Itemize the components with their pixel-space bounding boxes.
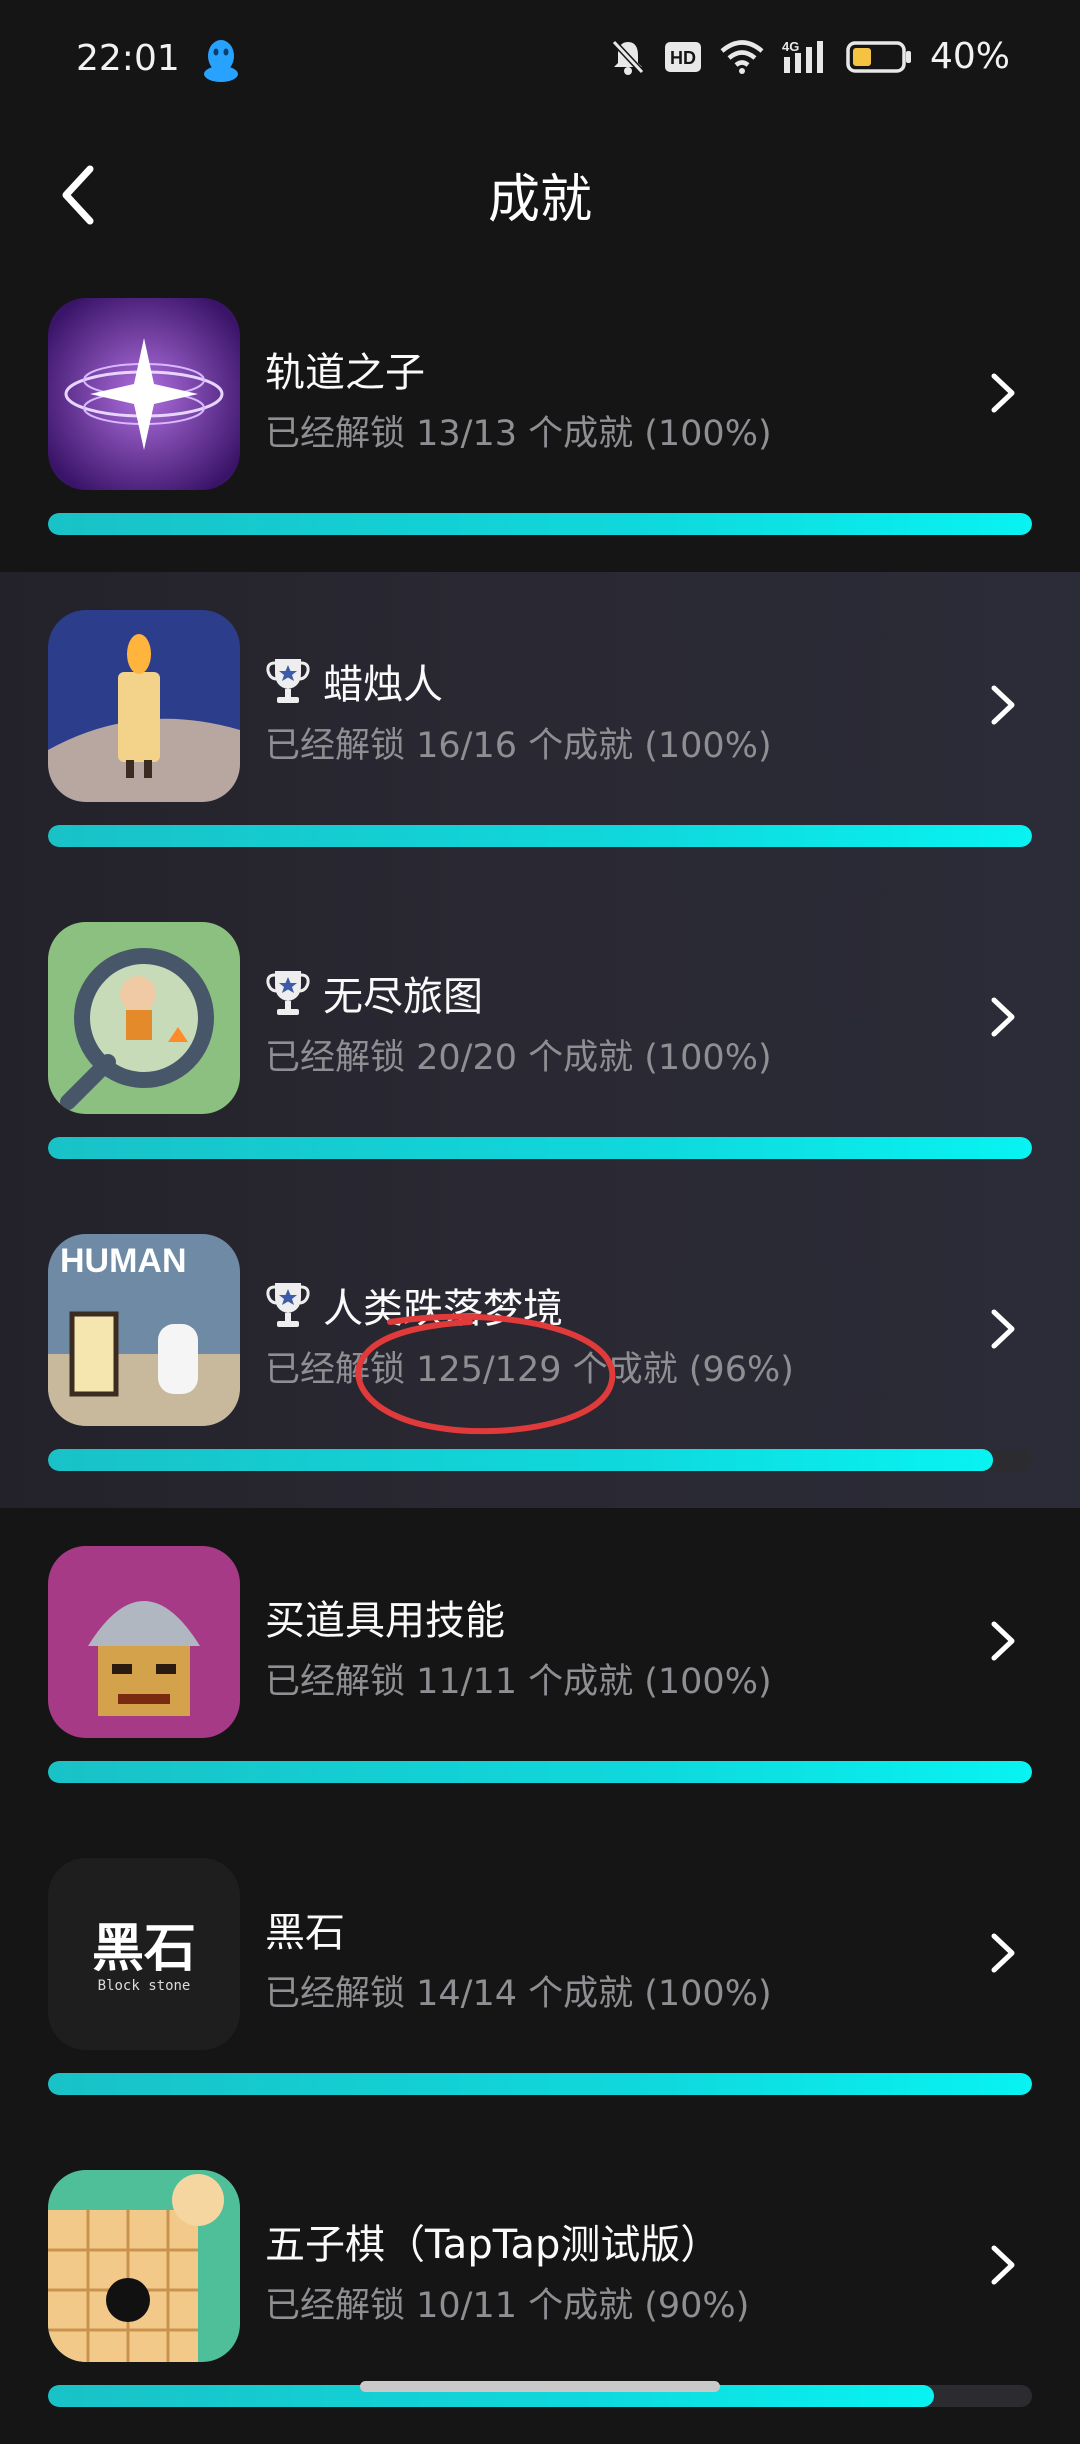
status-bar: 22:01 HD 4G 40% [0, 0, 1080, 125]
game-title: 黑石 [265, 1910, 345, 1956]
svg-text:Block stone: Block stone [98, 1978, 191, 1994]
title-row: 无尽旅图 [265, 964, 483, 1022]
progress-text: 已经解锁 20/20 个成就 (100%) [265, 1038, 772, 1078]
svg-text:4G: 4G [782, 39, 799, 54]
home-indicator[interactable] [360, 2381, 720, 2392]
gomoku-game-icon [48, 2170, 240, 2362]
progress-bar [48, 1449, 1032, 1471]
chevron-right-icon [991, 2245, 1015, 2285]
progress-fill [48, 513, 1032, 535]
achievement-item[interactable]: 黑石 Block stone 黑石 已经解锁 14/14 个成就 (100%) [0, 1820, 1080, 2132]
title-row: 黑石 [265, 1900, 345, 1958]
mute-bell-icon [611, 39, 645, 75]
game-title: 轨道之子 [265, 350, 425, 396]
knight-game-icon [48, 1546, 240, 1738]
progress-bar [48, 825, 1032, 847]
achievement-item[interactable]: HUMAN 人类跌落梦境 已经解锁 125/129 个成就 (96%) [0, 1196, 1080, 1508]
achievement-item[interactable]: 无尽旅图 已经解锁 20/20 个成就 (100%) [0, 884, 1080, 1196]
progress-fill [48, 1137, 1032, 1159]
chevron-right-icon [991, 1309, 1015, 1349]
progress-fill [48, 1449, 993, 1471]
progress-text: 已经解锁 16/16 个成就 (100%) [265, 726, 772, 766]
svg-text:黑石: 黑石 [92, 1919, 196, 1979]
progress-bar [48, 513, 1032, 535]
black-stone-game-icon: 黑石 Block stone [48, 1858, 240, 2050]
achievement-item[interactable]: 五子棋（TapTap测试版） 已经解锁 10/11 个成就 (90%) [0, 2132, 1080, 2444]
progress-text: 已经解锁 14/14 个成就 (100%) [265, 1974, 772, 2014]
game-title: 蜡烛人 [323, 662, 443, 708]
battery-icon [846, 40, 911, 73]
header: 成就 [0, 125, 1080, 260]
hd-icon: HD [664, 41, 701, 72]
status-icons: HD 4G 40% [610, 36, 1010, 77]
status-time: 22:01 [76, 38, 180, 79]
orbit-game-icon [48, 298, 240, 490]
progress-bar [48, 2073, 1032, 2095]
title-row: 买道具用技能 [265, 1588, 505, 1646]
svg-text:HUMAN: HUMAN [60, 1242, 187, 1280]
progress-fill [48, 1761, 1032, 1783]
achievement-item[interactable]: 买道具用技能 已经解锁 11/11 个成就 (100%) [0, 1508, 1080, 1820]
progress-fill [48, 825, 1032, 847]
game-title: 五子棋（TapTap测试版） [265, 2222, 721, 2268]
game-title: 无尽旅图 [323, 974, 483, 1020]
chevron-right-icon [991, 1621, 1015, 1661]
title-row: 轨道之子 [265, 340, 425, 398]
human-fall-flat-game-icon: HUMAN [48, 1234, 240, 1426]
chevron-right-icon [991, 1933, 1015, 1973]
battery-percent: 40% [929, 36, 1010, 77]
trophy-icon [266, 1283, 310, 1327]
trophy-icon [266, 659, 310, 703]
progress-bar [48, 1137, 1032, 1159]
progress-text: 已经解锁 11/11 个成就 (100%) [265, 1662, 772, 1702]
title-row: 五子棋（TapTap测试版） [265, 2212, 720, 2270]
chevron-right-icon [991, 685, 1015, 725]
progress-text: 已经解锁 13/13 个成就 (100%) [265, 414, 772, 454]
endless-journey-game-icon [48, 922, 240, 1114]
achievement-item[interactable]: 蜡烛人 已经解锁 16/16 个成就 (100%) [0, 572, 1080, 884]
candleman-game-icon [48, 610, 240, 802]
trophy-icon [266, 971, 310, 1015]
title-row: 人类跌落梦境 [265, 1276, 563, 1334]
title-row: 蜡烛人 [265, 652, 443, 710]
progress-text: 已经解锁 10/11 个成就 (90%) [265, 2286, 750, 2326]
wifi-icon [720, 39, 764, 74]
progress-bar [48, 1761, 1032, 1783]
progress-text: 已经解锁 125/129 个成就 (96%) [265, 1350, 794, 1390]
achievement-item[interactable]: 轨道之子 已经解锁 13/13 个成就 (100%) [0, 260, 1080, 572]
signal-icon: 4G [782, 39, 823, 73]
progress-fill [48, 2073, 1032, 2095]
achievement-list: 轨道之子 已经解锁 13/13 个成就 (100%) 蜡烛人 已经解锁 16/1… [0, 260, 1080, 2444]
qq-icon [204, 40, 238, 82]
svg-text:HD: HD [670, 48, 696, 68]
page-title: 成就 [487, 170, 592, 230]
game-title: 人类跌落梦境 [323, 1286, 563, 1332]
chevron-right-icon [991, 997, 1015, 1037]
game-title: 买道具用技能 [265, 1598, 505, 1644]
chevron-right-icon [991, 373, 1015, 413]
